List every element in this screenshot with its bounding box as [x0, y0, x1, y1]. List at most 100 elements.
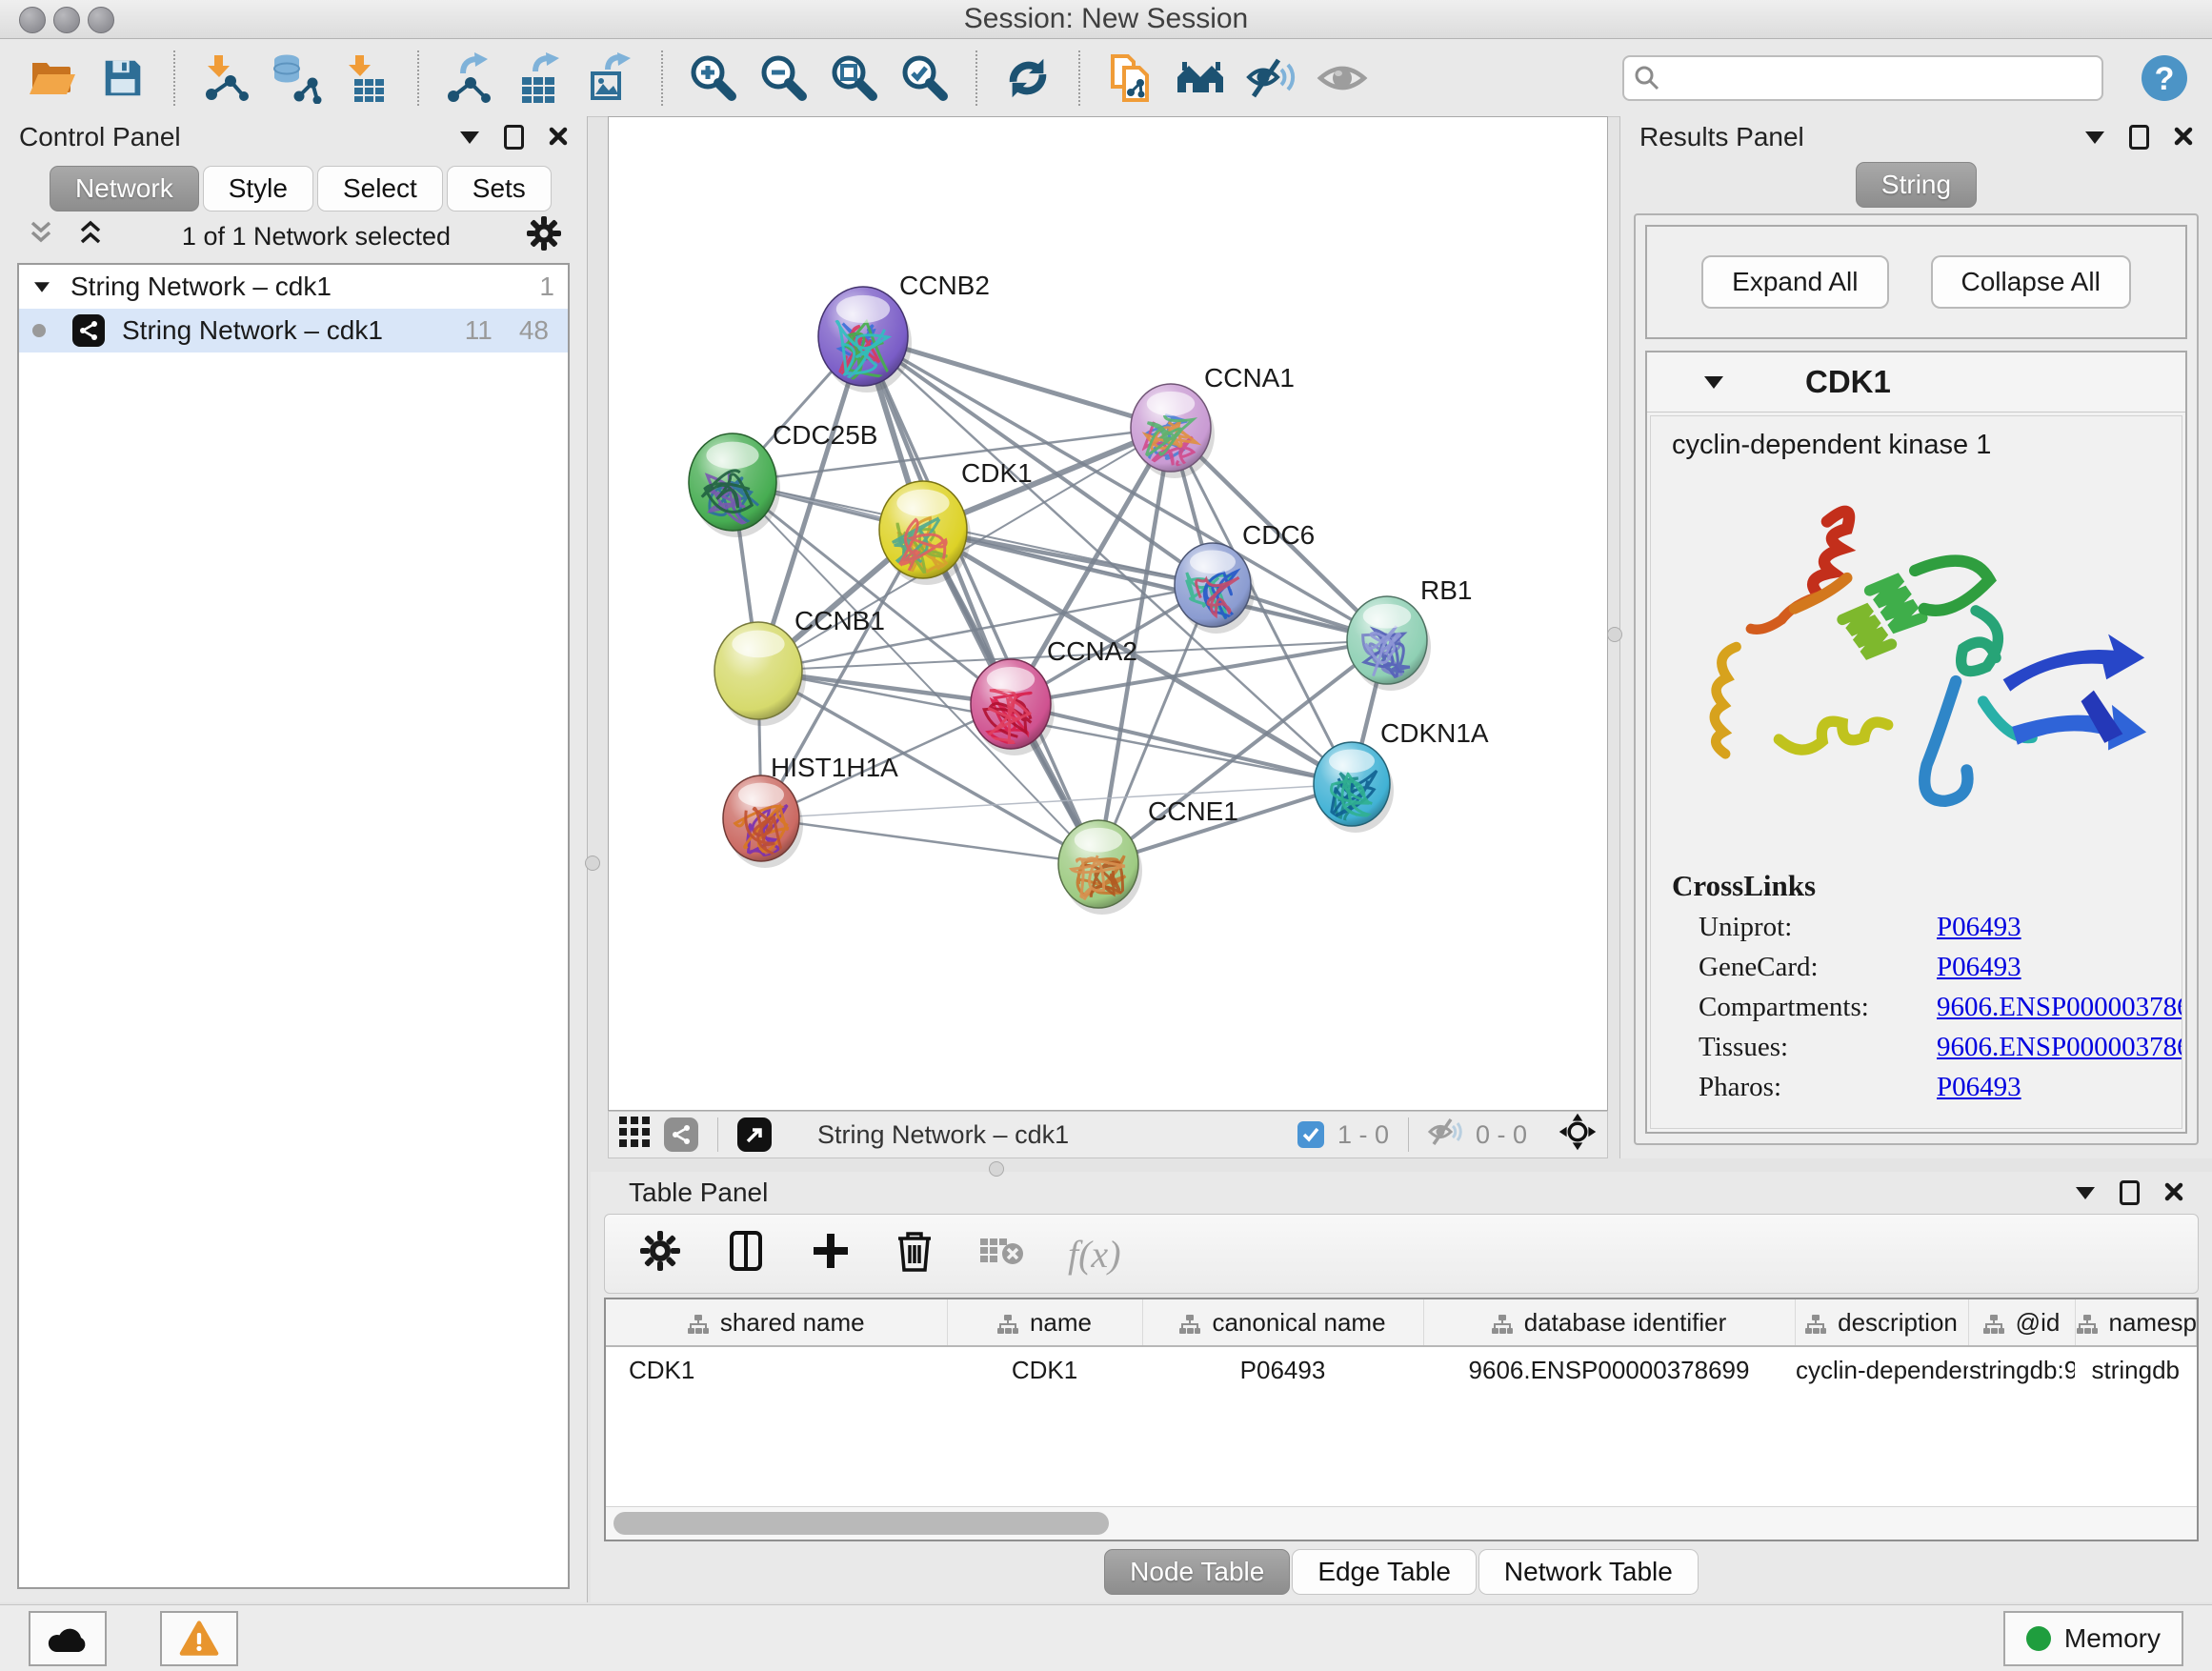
collapse-panel-icon[interactable]	[2085, 131, 2104, 144]
export-table-button[interactable]	[511, 49, 570, 108]
collection-expand-icon[interactable]	[34, 282, 50, 292]
network-edge-count: 48	[519, 315, 549, 346]
crosslink-link[interactable]: P06493	[1937, 1072, 2021, 1103]
expand-all-networks-icon[interactable]	[25, 219, 57, 254]
detach-view-icon[interactable]	[737, 1117, 772, 1152]
network-canvas[interactable]: CCNB2CCNA1CDC25BCDK1CDC6RB1CCNB1CCNA2CDK…	[608, 116, 1608, 1111]
table-horizontal-scrollbar[interactable]	[606, 1506, 2197, 1540]
crosslink-link[interactable]: P06493	[1937, 912, 2021, 943]
grid-view-icon[interactable]	[618, 1116, 651, 1155]
delete-table-icon[interactable]	[978, 1233, 1024, 1276]
close-window-button[interactable]	[19, 7, 46, 33]
import-network-button[interactable]	[196, 49, 255, 108]
column-header-namespace[interactable]: namespace	[2075, 1299, 2197, 1346]
network-node-CDC25B[interactable]: CDC25B	[689, 420, 877, 537]
column-header--id[interactable]: @id	[1968, 1299, 2075, 1346]
column-header-canonical-name[interactable]: canonical name	[1142, 1299, 1423, 1346]
import-network-icon	[200, 52, 251, 104]
horizontal-splitter-handle[interactable]	[989, 1161, 1004, 1177]
column-header-shared-name[interactable]: shared name	[606, 1299, 947, 1346]
help-button[interactable]: ?	[2140, 53, 2189, 103]
show-columns-icon[interactable]	[725, 1230, 767, 1278]
search-input[interactable]	[1622, 55, 2103, 101]
column-header-database-identifier[interactable]: database identifier	[1423, 1299, 1795, 1346]
import-network-from-database-button[interactable]	[267, 49, 326, 108]
network-node-CCNA1[interactable]: CCNA1	[1131, 363, 1295, 478]
network-row[interactable]: String Network – cdk1 11 48	[19, 309, 568, 352]
delete-column-icon[interactable]	[895, 1229, 935, 1279]
float-panel-icon[interactable]	[2120, 1180, 2140, 1205]
network-collection-row[interactable]: String Network – cdk1 1	[19, 265, 568, 309]
column-header-name[interactable]: name	[947, 1299, 1142, 1346]
close-panel-icon[interactable]	[2164, 1178, 2183, 1208]
zoom-window-button[interactable]	[88, 7, 114, 33]
zoom-in-button[interactable]	[684, 49, 743, 108]
network-node-RB1[interactable]: RB1	[1347, 575, 1472, 691]
protein-structure-image	[1672, 474, 2167, 856]
collapse-panel-icon[interactable]	[460, 131, 479, 144]
network-node-CDKN1A[interactable]: CDKN1A	[1314, 718, 1489, 833]
network-share-icon[interactable]	[664, 1117, 698, 1152]
open-session-button[interactable]	[23, 49, 82, 108]
hide-selected-button[interactable]	[1242, 49, 1301, 108]
import-table-button[interactable]	[337, 49, 396, 108]
cloud-status-button[interactable]	[29, 1611, 107, 1666]
selected-nodes-checkbox[interactable]	[1297, 1121, 1324, 1148]
save-session-button[interactable]	[93, 49, 152, 108]
table-row[interactable]: CDK1CDK1P064939606.ENSP00000378699cyclin…	[606, 1346, 2197, 1393]
table-cell: 9606.ENSP00000378699	[1423, 1346, 1795, 1393]
update-network-button[interactable]	[998, 49, 1057, 108]
zoom-out-button[interactable]	[754, 49, 814, 108]
vertical-splitter-handle[interactable]	[585, 856, 600, 871]
network-node-CCNE1[interactable]: CCNE1	[1058, 796, 1238, 915]
tab-network-table[interactable]: Network Table	[1478, 1549, 1699, 1595]
warning-status-button[interactable]	[160, 1611, 238, 1666]
tab-node-table[interactable]: Node Table	[1104, 1549, 1290, 1595]
node-label: HIST1H1A	[771, 753, 898, 782]
memory-button[interactable]: Memory	[2003, 1611, 2183, 1666]
export-image-button[interactable]	[581, 49, 640, 108]
scrollbar-thumb[interactable]	[613, 1512, 1109, 1535]
crosslink-link[interactable]: 9606.ENSP00000378699	[1937, 1032, 2182, 1063]
network-options-gear-icon[interactable]	[526, 215, 562, 258]
network-graph[interactable]: CCNB2CCNA1CDC25BCDK1CDC6RB1CCNB1CCNA2CDK…	[609, 117, 1607, 1110]
column-header-description[interactable]: description	[1795, 1299, 1968, 1346]
network-node-HIST1H1A[interactable]: HIST1H1A	[723, 753, 898, 868]
zoom-selected-button[interactable]	[895, 49, 955, 108]
tab-style[interactable]: Style	[203, 166, 313, 211]
tab-select[interactable]: Select	[317, 166, 443, 211]
tab-string[interactable]: String	[1856, 162, 1977, 208]
current-network-name: String Network – cdk1	[817, 1120, 1069, 1150]
float-panel-icon[interactable]	[2129, 125, 2149, 150]
minimize-window-button[interactable]	[53, 7, 80, 33]
network-node-CDK1[interactable]: CDK1	[879, 458, 1033, 585]
close-panel-icon[interactable]	[549, 123, 568, 152]
zoom-fit-button[interactable]	[825, 49, 884, 108]
crosslink-link[interactable]: P06493	[1937, 952, 2021, 983]
show-all-button[interactable]	[1313, 49, 1372, 108]
status-separator	[1408, 1117, 1409, 1152]
crosslink-link[interactable]: 9606.ENSP00000378699	[1937, 992, 2182, 1023]
table-cell: stringdb	[2075, 1346, 2197, 1393]
tab-sets[interactable]: Sets	[447, 166, 552, 211]
tab-edge-table[interactable]: Edge Table	[1292, 1549, 1477, 1595]
close-panel-icon[interactable]	[2174, 123, 2193, 152]
expand-all-button[interactable]: Expand All	[1701, 255, 1888, 309]
entry-expand-icon[interactable]	[1704, 376, 1723, 389]
float-panel-icon[interactable]	[504, 125, 524, 150]
add-column-icon[interactable]	[811, 1231, 851, 1278]
table-settings-gear-icon[interactable]	[639, 1230, 681, 1278]
network-tree: String Network – cdk1 1 String Network –…	[17, 263, 570, 1589]
export-network-button[interactable]	[440, 49, 499, 108]
clone-network-button[interactable]	[1101, 49, 1160, 108]
first-neighbors-button[interactable]	[1172, 49, 1231, 108]
collapse-all-networks-icon[interactable]	[74, 219, 107, 254]
function-builder-icon[interactable]: f(x)	[1068, 1232, 1121, 1277]
crosshair-icon[interactable]	[1558, 1112, 1598, 1158]
collapse-panel-icon[interactable]	[2076, 1187, 2095, 1199]
vertical-splitter-handle[interactable]	[1607, 627, 1622, 642]
collapse-all-button[interactable]: Collapse All	[1931, 255, 2131, 309]
tab-network[interactable]: Network	[50, 166, 199, 211]
node-result-header[interactable]: CDK1	[1647, 352, 2185, 413]
hidden-eye-icon[interactable]	[1428, 1117, 1462, 1153]
